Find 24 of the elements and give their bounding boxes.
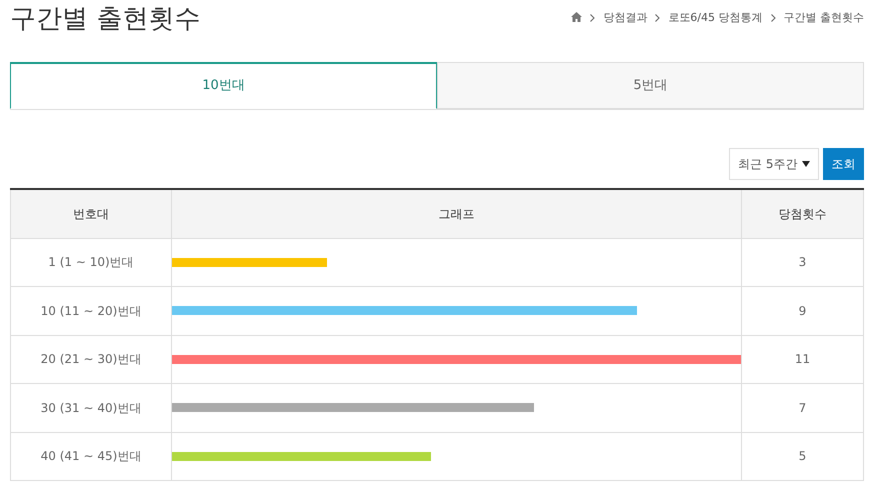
column-header: 당첨횟수 — [742, 189, 864, 238]
tab[interactable]: 5번대 — [437, 62, 864, 109]
column-header: 그래프 — [172, 189, 742, 238]
count-cell: 3 — [742, 238, 864, 286]
count-cell: 11 — [742, 335, 864, 384]
range-cell: 40 (41 ~ 45)번대 — [10, 432, 172, 480]
page-title: 구간별 출현횟수 — [10, 3, 200, 36]
count-cell: 9 — [742, 286, 864, 335]
search-button[interactable]: 조회 — [823, 148, 864, 180]
home-icon[interactable] — [571, 12, 582, 22]
range-cell: 1 (1 ~ 10)번대 — [10, 238, 172, 286]
range-cell: 10 (11 ~ 20)번대 — [10, 286, 172, 335]
tab[interactable]: 10번대 — [10, 62, 437, 109]
column-header: 번호대 — [10, 189, 172, 238]
dropdown-caret-icon — [802, 161, 810, 167]
breadcrumb-link[interactable]: 로또6/45 당첨통계 — [668, 10, 762, 26]
period-text: 최근 5주간 — [738, 156, 798, 173]
breadcrumb-link[interactable]: 당첨결과 — [603, 10, 648, 26]
count-cell: 5 — [742, 432, 864, 480]
breadcrumb-current: 구간별 출현횟수 — [784, 10, 864, 26]
period-dropdown[interactable]: 최근 5주간 — [729, 148, 819, 180]
range-cell: 20 (21 ~ 30)번대 — [10, 335, 172, 384]
count-cell: 7 — [742, 384, 864, 432]
range-cell: 30 (31 ~ 40)번대 — [10, 384, 172, 432]
